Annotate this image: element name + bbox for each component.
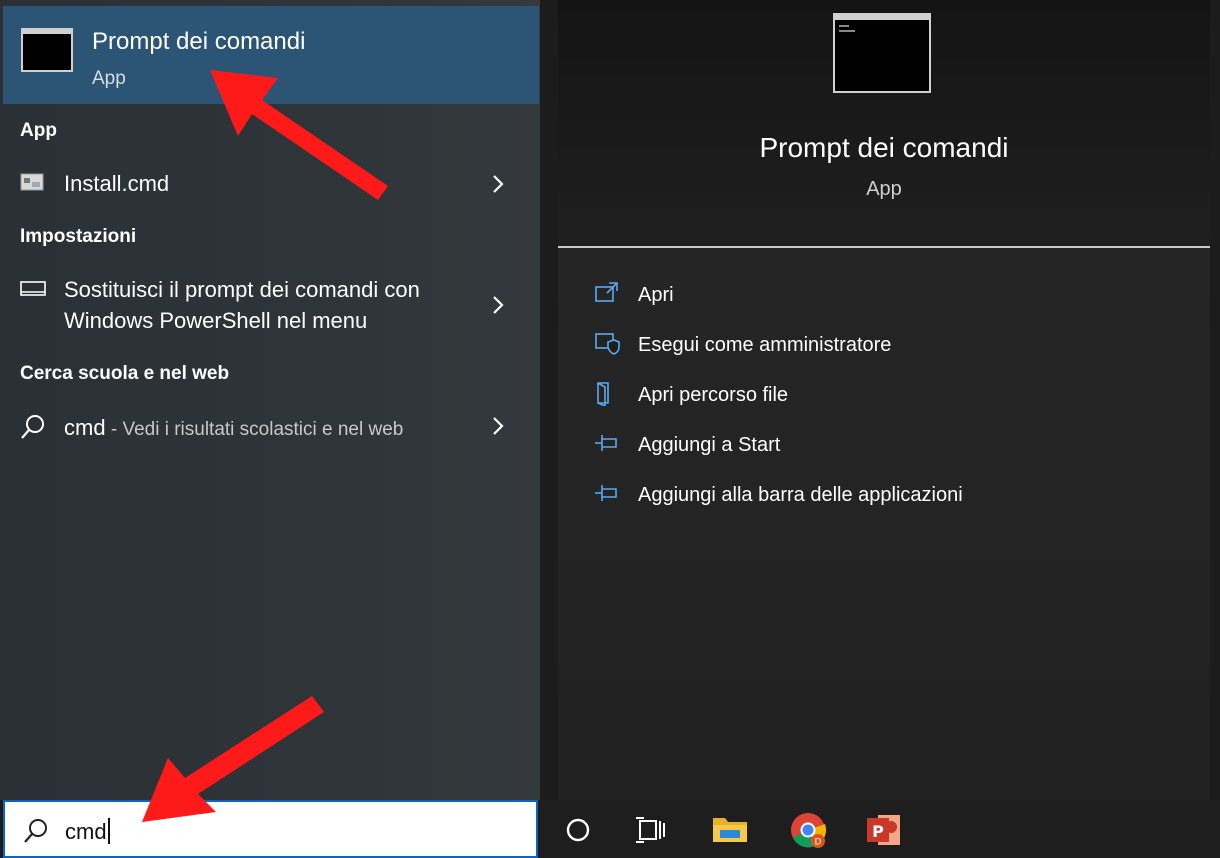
action-open[interactable]: Apri <box>594 276 1194 316</box>
pin-icon <box>595 485 617 501</box>
search-input[interactable]: cmd <box>3 800 538 858</box>
best-match-type: App <box>92 68 126 89</box>
result-label-line1: Sostituisci il prompt dei comandi con <box>64 277 420 302</box>
action-label: Apri percorso file <box>638 384 789 406</box>
section-header-app: App <box>20 120 57 141</box>
action-label: Esegui come amministratore <box>638 334 892 356</box>
taskbar: D P <box>540 800 1220 858</box>
action-label: Aggiungi alla barra delle applicazioni <box>638 484 963 506</box>
preview-header: Prompt dei comandi App <box>558 0 1210 248</box>
open-icon <box>595 282 618 302</box>
command-prompt-icon <box>833 13 931 93</box>
folder-icon <box>597 382 609 406</box>
search-results-panel: Prompt dei comandi App App Install.cmd I… <box>0 0 540 800</box>
web-suffix: - Vedi i risultati scolastici e nel web <box>105 419 404 440</box>
result-powershell-setting[interactable]: Sostituisci il prompt dei comandi con Wi… <box>0 274 540 338</box>
action-open-file-location[interactable]: Apri percorso file <box>594 376 1194 416</box>
powerpoint-icon[interactable]: P <box>864 810 904 850</box>
search-value: cmd <box>65 819 107 844</box>
task-view-icon[interactable] <box>630 810 670 850</box>
action-run-as-admin[interactable]: Esegui come amministratore <box>594 326 1194 366</box>
pin-icon <box>595 435 617 451</box>
action-label: Apri <box>638 284 674 306</box>
result-web-search[interactable]: cmd - Vedi i risultati scolastici e nel … <box>0 410 540 446</box>
best-match-title: Prompt dei comandi <box>92 28 306 55</box>
file-explorer-icon[interactable] <box>710 810 750 850</box>
chevron-right-icon[interactable] <box>490 415 506 437</box>
preview-panel: Prompt dei comandi App Apri Esegui come … <box>558 0 1210 800</box>
command-prompt-icon <box>21 28 73 72</box>
shield-icon <box>595 333 620 355</box>
action-pin-to-start[interactable]: Aggiungi a Start <box>594 426 1194 466</box>
best-match-result[interactable]: Prompt dei comandi App <box>3 6 539 104</box>
web-query: cmd <box>64 415 106 440</box>
section-header-settings: Impostazioni <box>20 226 137 247</box>
chrome-icon[interactable]: D <box>788 810 828 850</box>
svg-text:D: D <box>815 838 822 848</box>
script-file-icon <box>20 173 44 191</box>
taskbar-settings-icon <box>20 281 46 296</box>
result-install-cmd[interactable]: Install.cmd <box>0 166 540 202</box>
chevron-right-icon[interactable] <box>490 294 506 316</box>
svg-text:P: P <box>872 822 884 841</box>
text-caret <box>107 818 110 844</box>
search-icon <box>21 415 44 439</box>
search-icon <box>24 819 47 843</box>
cortana-icon[interactable] <box>558 810 598 850</box>
chevron-right-icon[interactable] <box>490 173 506 195</box>
action-pin-to-taskbar[interactable]: Aggiungi alla barra delle applicazioni <box>594 476 1194 516</box>
section-header-web: Cerca scuola e nel web <box>20 363 230 384</box>
result-label: Install.cmd <box>64 171 170 196</box>
preview-type: App <box>866 178 902 200</box>
preview-title: Prompt dei comandi <box>759 132 1009 163</box>
result-label-line2: Windows PowerShell nel menu <box>64 308 368 333</box>
action-label: Aggiungi a Start <box>638 434 781 456</box>
